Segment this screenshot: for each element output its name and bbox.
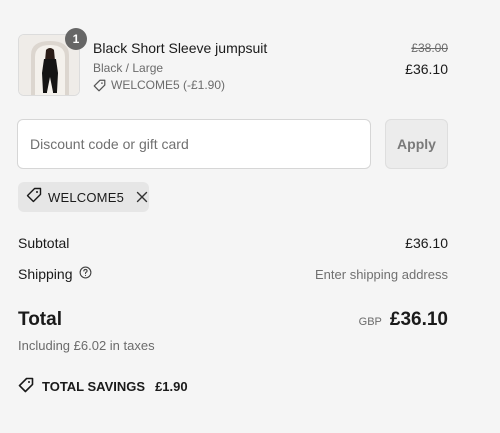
product-price: £36.10: [405, 61, 448, 77]
applied-code-label: WELCOME5: [48, 189, 125, 205]
total-amount: GBP £36.10: [359, 309, 448, 331]
tag-icon: [26, 187, 42, 208]
original-price: £38.00: [411, 41, 448, 55]
subtotal-value: £36.10: [405, 235, 448, 251]
order-summary: 1 Black Short Sleeve jumpsuit Black / La…: [0, 0, 500, 433]
line-item: 1 Black Short Sleeve jumpsuit Black / La…: [18, 28, 448, 96]
total-value: £36.10: [389, 309, 448, 330]
shipping-text: Shipping: [18, 266, 73, 282]
product-discount: WELCOME5 (-£1.90): [93, 78, 225, 92]
total-label: Total: [18, 309, 62, 330]
taxes-note: Including £6.02 in taxes: [18, 338, 155, 353]
apply-button[interactable]: Apply: [385, 119, 448, 169]
savings-label: TOTAL SAVINGS: [42, 379, 146, 394]
tag-icon: [18, 377, 34, 396]
total-savings: TOTAL SAVINGS £1.90: [18, 377, 188, 396]
shipping-label: Shipping: [18, 266, 92, 282]
quantity-badge: 1: [65, 28, 87, 50]
product-variant: Black / Large: [93, 61, 164, 75]
product-discount-text: WELCOME5 (-£1.90): [111, 78, 226, 92]
discount-code-input[interactable]: [17, 119, 371, 169]
question-circle-icon[interactable]: [79, 266, 92, 282]
subtotal-text: Subtotal: [18, 235, 70, 251]
applied-discount-chip: WELCOME5: [18, 182, 149, 212]
close-icon[interactable]: [136, 191, 148, 203]
tag-icon: [93, 79, 106, 92]
savings-value: £1.90: [155, 379, 188, 394]
shipping-value: Enter shipping address: [315, 267, 448, 282]
product-name: Black Short Sleeve jumpsuit: [93, 40, 268, 56]
total-currency: GBP: [358, 316, 382, 328]
subtotal-label: Subtotal: [18, 235, 69, 251]
